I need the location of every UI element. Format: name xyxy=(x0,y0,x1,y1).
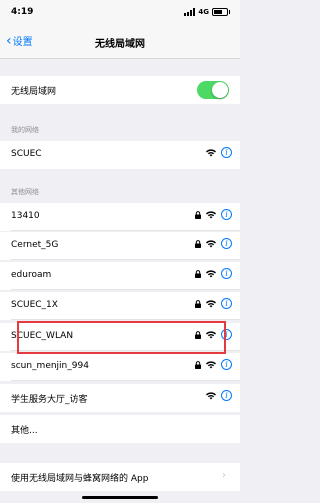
status-indicators: 4G xyxy=(184,8,230,16)
my-networks-header: 我的网络 xyxy=(11,126,39,134)
info-icon[interactable]: i xyxy=(221,298,232,309)
lock-icon xyxy=(195,269,201,278)
info-icon[interactable]: i xyxy=(221,147,232,158)
info-icon[interactable]: i xyxy=(221,238,232,249)
wifi-icon xyxy=(206,360,216,369)
network-name: Cernet_5G xyxy=(11,240,59,250)
wifi-icon xyxy=(206,299,216,308)
network-name: 13410 xyxy=(11,211,40,221)
lock-icon xyxy=(195,360,201,369)
network-name: SCUEC xyxy=(11,149,42,159)
network-name: scun_menjin_994 xyxy=(11,361,89,371)
highlight-box xyxy=(17,321,226,354)
toggle-knob xyxy=(212,82,228,98)
network-name: eduroam xyxy=(11,270,52,280)
row-separator xyxy=(11,380,240,381)
wifi-icon xyxy=(206,148,216,157)
other-networks-header: 其他网络 xyxy=(11,188,39,196)
network-name: SCUEC_1X xyxy=(11,300,58,310)
wifi-icon xyxy=(206,210,216,219)
status-bar: 4:19 4G xyxy=(0,0,240,26)
lock-icon xyxy=(195,239,201,248)
wifi-icon xyxy=(206,391,216,400)
home-indicator xyxy=(82,496,158,499)
network-row[interactable]: eduroam i xyxy=(0,262,240,290)
apps-using-wlan-label: 使用无线局域网与蜂窝网络的 App xyxy=(11,474,149,484)
navigation-bar: ‹ 设置 无线局域网 xyxy=(0,26,240,59)
wifi-toggle-label: 无线局域网 xyxy=(11,87,57,97)
lock-icon xyxy=(195,299,201,308)
network-row[interactable]: 13410 i xyxy=(0,203,240,231)
row-separator xyxy=(11,319,240,320)
network-row[interactable]: SCUEC_1X i xyxy=(0,292,240,320)
page-title: 无线局域网 xyxy=(95,39,145,50)
network-row[interactable]: Cernet_5G i xyxy=(0,232,240,260)
other-label: 其他... xyxy=(11,426,38,436)
wifi-icon xyxy=(206,239,216,248)
row-separator xyxy=(11,230,240,231)
apps-using-wlan-row[interactable]: 使用无线局域网与蜂窝网络的 App › xyxy=(0,463,240,491)
info-icon[interactable]: i xyxy=(221,268,232,279)
network-row[interactable]: 学生服务大厅_访客 i xyxy=(0,384,240,412)
info-icon[interactable]: i xyxy=(221,209,232,220)
row-separator xyxy=(11,289,240,290)
network-type: 4G xyxy=(198,8,209,16)
status-time: 4:19 xyxy=(11,7,34,17)
battery-icon xyxy=(212,8,230,16)
signal-icon xyxy=(184,8,196,16)
row-separator xyxy=(11,259,240,260)
network-row[interactable]: scun_menjin_994 i xyxy=(0,353,240,381)
network-row-scuec[interactable]: SCUEC i xyxy=(0,141,240,169)
network-name: 学生服务大厅_访客 xyxy=(11,395,88,405)
info-icon[interactable]: i xyxy=(221,359,232,370)
wifi-icon xyxy=(206,269,216,278)
wifi-toggle-row[interactable]: 无线局域网 xyxy=(0,76,240,104)
wifi-toggle-switch[interactable] xyxy=(197,81,229,99)
chevron-right-icon: › xyxy=(222,470,226,481)
lock-icon xyxy=(195,210,201,219)
other-network-row[interactable]: 其他... xyxy=(0,415,240,443)
info-icon[interactable]: i xyxy=(221,390,232,401)
